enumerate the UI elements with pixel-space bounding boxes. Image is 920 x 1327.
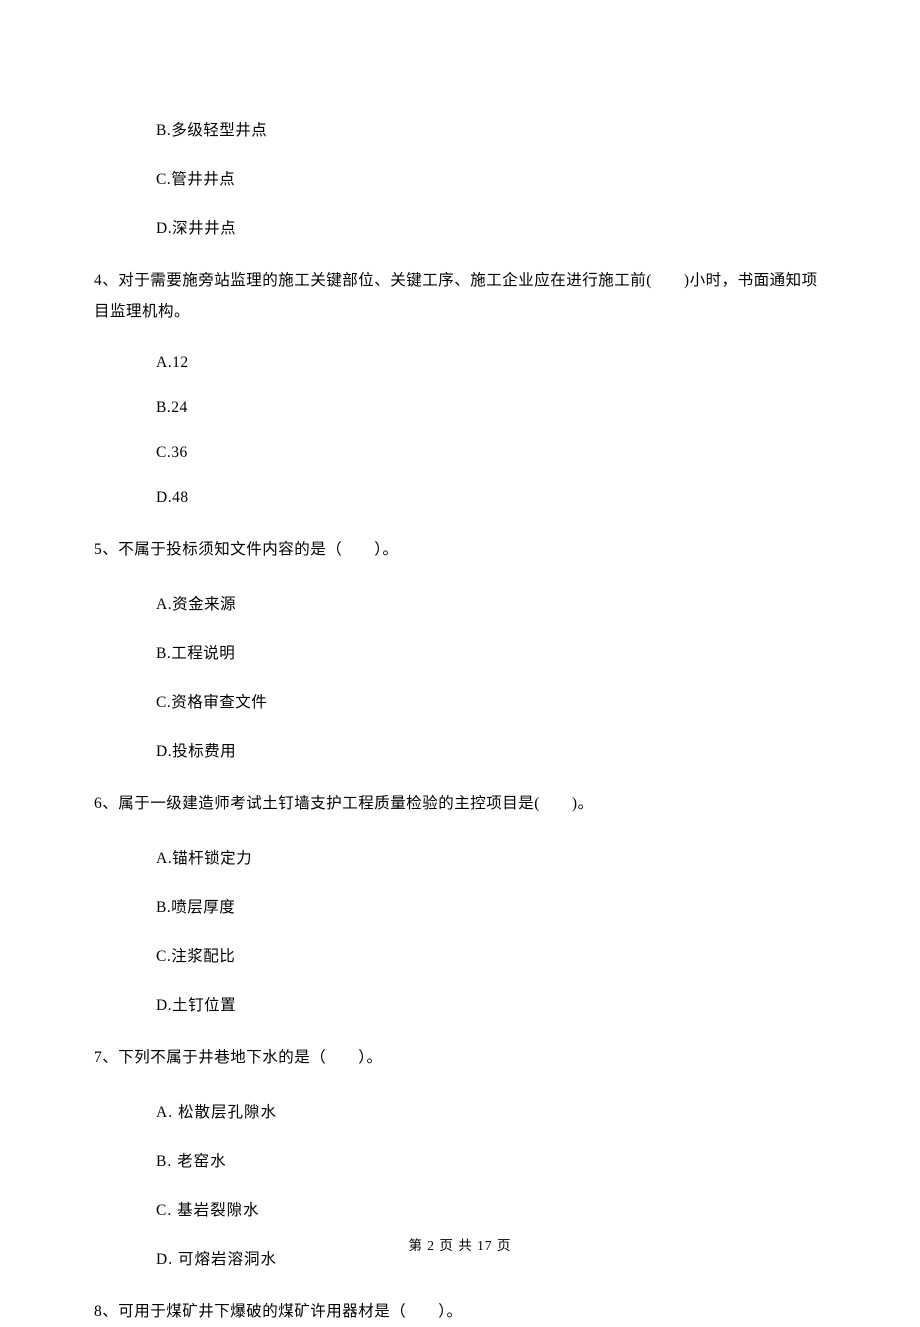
q3-option-d: D.深井井点 — [156, 216, 826, 238]
q7-option-c: C. 基岩裂隙水 — [156, 1198, 826, 1220]
q5-stem: 5、不属于投标须知文件内容的是（ ）。 — [94, 534, 826, 565]
q3-option-b: B.多级轻型井点 — [156, 118, 826, 140]
q5-option-b: B.工程说明 — [156, 641, 826, 663]
q5-option-d: D.投标费用 — [156, 739, 826, 761]
q7-stem: 7、下列不属于井巷地下水的是（ ）。 — [94, 1042, 826, 1073]
q5-option-a: A.资金来源 — [156, 592, 826, 614]
q4-stem: 4、对于需要施旁站监理的施工关键部位、关键工序、施工企业应在进行施工前( )小时… — [94, 265, 826, 327]
q6-option-a: A.锚杆锁定力 — [156, 846, 826, 868]
q4-option-b: B.24 — [156, 399, 826, 417]
q4-option-a: A.12 — [156, 354, 826, 372]
page-footer: 第 2 页 共 17 页 — [0, 1234, 920, 1254]
q4-option-d: D.48 — [156, 489, 826, 507]
q6-stem: 6、属于一级建造师考试土钉墙支护工程质量检验的主控项目是( )。 — [94, 788, 826, 819]
q7-option-a: A. 松散层孔隙水 — [156, 1100, 826, 1122]
q6-option-d: D.土钉位置 — [156, 993, 826, 1015]
q7-option-b: B. 老窑水 — [156, 1149, 826, 1171]
q4-option-c: C.36 — [156, 444, 826, 462]
q3-option-c: C.管井井点 — [156, 167, 826, 189]
q6-option-c: C.注浆配比 — [156, 944, 826, 966]
q5-option-c: C.资格审查文件 — [156, 690, 826, 712]
q8-stem: 8、可用于煤矿井下爆破的煤矿许用器材是（ ）。 — [94, 1296, 826, 1327]
q6-option-b: B.喷层厚度 — [156, 895, 826, 917]
